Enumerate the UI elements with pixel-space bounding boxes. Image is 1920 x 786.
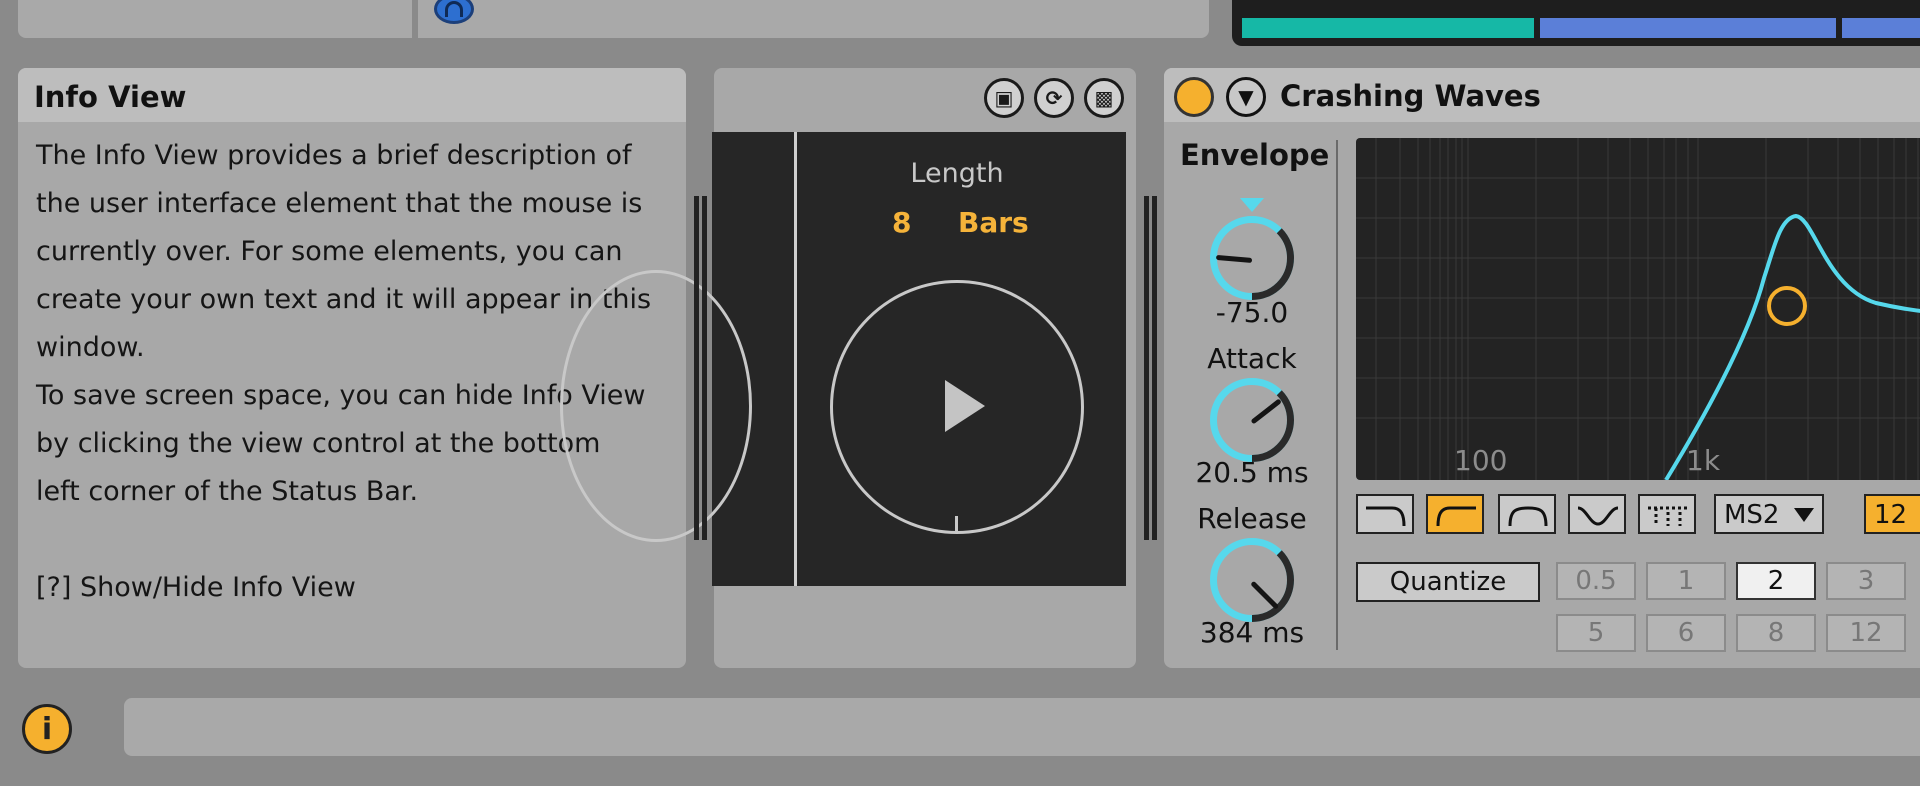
resize-handle[interactable] [694, 196, 699, 540]
knob-marker-icon [1240, 198, 1264, 212]
resize-handle[interactable] [1144, 196, 1149, 540]
clip-slot-blue[interactable] [1842, 18, 1920, 38]
fold-chevron-down-icon[interactable]: ▼ [1226, 77, 1266, 117]
graph-tick-label: 1k [1686, 444, 1721, 477]
quantize-option[interactable]: 3 [1826, 562, 1906, 600]
slope-button[interactable]: 12 [1864, 494, 1920, 534]
quantize-option-selected[interactable]: 2 [1736, 562, 1816, 600]
quantize-option[interactable]: 5 [1556, 614, 1636, 652]
envelope-title: Envelope [1180, 138, 1330, 172]
device-header [1164, 68, 1920, 122]
filter-response-graph[interactable] [1356, 138, 1920, 480]
clip-slot-teal[interactable] [1242, 18, 1534, 38]
filter-mode-value: MS2 [1724, 500, 1780, 530]
bandpass-filter-icon[interactable] [1498, 494, 1556, 534]
attack-value[interactable]: 20.5 ms [1177, 456, 1327, 489]
quantize-option[interactable]: 12 [1826, 614, 1906, 652]
info-view-shortcut: [?] Show/Hide Info View [36, 572, 356, 603]
release-label: Release [1197, 502, 1307, 535]
info-text-line: create your own text and it will appear … [36, 284, 652, 315]
device-power-button[interactable] [1174, 77, 1214, 117]
notch-filter-icon[interactable] [1568, 494, 1626, 534]
clip-divider [794, 132, 797, 586]
quantize-option[interactable]: 8 [1736, 614, 1816, 652]
release-knob[interactable] [1210, 538, 1294, 622]
length-value[interactable]: 8 [892, 206, 911, 239]
refresh-icon[interactable]: ⟳ [1034, 78, 1074, 118]
status-bar [124, 698, 1920, 756]
resize-handle[interactable] [1152, 196, 1157, 540]
clip-loop-icon[interactable]: ▣ [984, 78, 1024, 118]
release-value[interactable]: 384 ms [1177, 616, 1327, 649]
info-text-line: the user interface element that the mous… [36, 188, 643, 219]
attack-label: Attack [1207, 342, 1297, 375]
section-divider [1336, 140, 1338, 650]
info-icon[interactable]: i [22, 704, 72, 754]
resize-handle[interactable] [702, 196, 707, 540]
length-unit[interactable]: Bars [958, 206, 1029, 239]
save-icon[interactable]: ▩ [1084, 78, 1124, 118]
info-text-line: currently over. For some elements, you c… [36, 236, 623, 267]
info-view-title: Info View [18, 68, 686, 122]
morph-filter-icon[interactable] [1638, 494, 1696, 534]
play-position-tick [955, 516, 958, 532]
info-text-line: The Info View provides a brief descripti… [36, 140, 632, 171]
adjacent-clip-circle [560, 270, 752, 542]
play-icon[interactable] [945, 380, 985, 432]
top-left-panel [18, 0, 1209, 38]
attack-knob[interactable] [1210, 378, 1294, 462]
length-label: Length [910, 158, 1004, 189]
envelope-amount-value[interactable]: -75.0 [1177, 296, 1327, 329]
quantize-button[interactable]: Quantize [1356, 562, 1540, 602]
quantize-option[interactable]: 6 [1646, 614, 1726, 652]
top-divider [412, 0, 418, 38]
envelope-amount-knob[interactable] [1210, 216, 1294, 300]
lowpass-filter-icon[interactable] [1356, 494, 1414, 534]
highpass-filter-icon[interactable] [1426, 494, 1484, 534]
device-title: Crashing Waves [1280, 79, 1541, 113]
quantize-option[interactable]: 1 [1646, 562, 1726, 600]
graph-tick-label: 100 [1454, 444, 1508, 477]
quantize-option[interactable]: 0.5 [1556, 562, 1636, 600]
clip-slot-blue[interactable] [1540, 18, 1836, 38]
filter-mode-select[interactable]: MS2 [1714, 494, 1824, 534]
chevron-down-icon [1794, 508, 1814, 522]
